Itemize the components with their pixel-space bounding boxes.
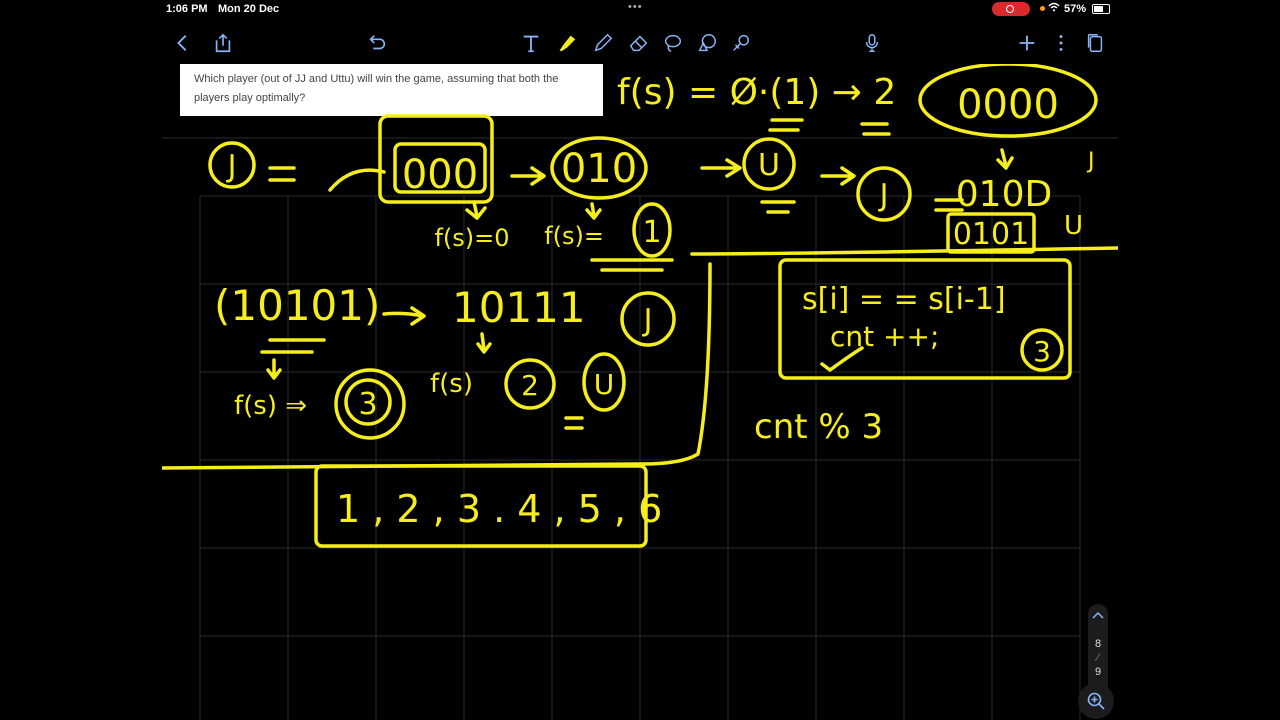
zoom-icon[interactable]	[1078, 683, 1114, 719]
one-text: 1	[642, 215, 661, 250]
laser-icon[interactable]	[728, 30, 754, 56]
multitasking-dots-icon[interactable]: •••	[628, 1, 643, 13]
toolbar	[162, 20, 1118, 64]
eraser-icon[interactable]	[626, 30, 652, 56]
two-text: 2	[521, 369, 539, 402]
wifi-icon	[1048, 2, 1060, 15]
seq-left: (10101)	[214, 281, 380, 330]
seq-right: 10111	[452, 283, 586, 332]
j-letter-3: J	[642, 303, 653, 338]
page-separator: ⁄	[1097, 652, 1099, 664]
battery-percent: 57%	[1064, 3, 1087, 15]
screen-recording-icon[interactable]	[992, 2, 1030, 16]
highlighter-icon[interactable]	[554, 30, 580, 56]
number-list: 1 , 2 , 3 . 4 , 5 , 6	[336, 487, 662, 531]
ipad-screen: 1:06 PM Mon 20 Dec ••• 57% Which player …	[162, 0, 1118, 720]
box-010-text: 010	[561, 146, 637, 192]
note-canvas[interactable]: Which player (out of JJ and Uttu) will w…	[162, 64, 1118, 720]
back-icon[interactable]	[170, 30, 196, 56]
divider-top	[690, 246, 1118, 256]
j-letter: J	[226, 149, 237, 184]
u-letter-2: U	[594, 368, 615, 401]
lasso-icon[interactable]	[660, 30, 686, 56]
binary-b: 0101	[953, 217, 1029, 252]
box-000-text: 000	[402, 152, 478, 198]
text-tool-icon[interactable]	[518, 30, 544, 56]
undo-icon[interactable]	[364, 30, 390, 56]
top-formula: f(s) = Ø·(1) → 2	[617, 72, 896, 113]
code-line-2: cnt ++;	[830, 320, 939, 353]
three-text: 3	[358, 387, 377, 422]
arrow-1	[510, 166, 546, 186]
share-icon[interactable]	[210, 30, 236, 56]
status-date: Mon 20 Dec	[218, 3, 280, 15]
handwriting-layer: J 000 f(s)=0 010 f(s)= 1 U J f(s) = Ø·(1…	[162, 64, 1118, 548]
page-up-icon[interactable]	[1088, 608, 1108, 622]
arrow-2	[700, 158, 742, 178]
page-current: 8	[1094, 638, 1102, 650]
arrow-4	[382, 306, 426, 326]
j-small: J	[1086, 149, 1095, 174]
pages-icon[interactable]	[1082, 30, 1108, 56]
stacked-text: 0000	[957, 82, 1059, 128]
equals-stroke	[268, 166, 296, 182]
f-eq-one: f(s)=	[544, 222, 604, 250]
f-two: f(s)	[430, 369, 473, 399]
u-small: U	[1064, 211, 1083, 241]
f-eq-zero: f(s)=0	[434, 224, 509, 252]
cnt-mod: cnt % 3	[754, 407, 883, 447]
battery-icon	[1092, 4, 1110, 14]
three-text-2: 3	[1033, 335, 1051, 368]
binary-a: 010D	[956, 174, 1052, 215]
tilde-stroke	[328, 168, 386, 192]
status-bar: 1:06 PM Mon 20 Dec ••• 57%	[162, 0, 1118, 20]
arrow-3	[820, 166, 856, 186]
shapes-icon[interactable]	[694, 30, 720, 56]
mic-indicator-icon	[1040, 6, 1045, 11]
u-letter: U	[758, 148, 780, 183]
add-icon[interactable]	[1014, 30, 1040, 56]
j-letter-2: J	[878, 178, 889, 213]
f-three: f(s) ⇒	[234, 391, 307, 421]
status-time: 1:06 PM	[166, 3, 208, 15]
pen-icon[interactable]	[590, 30, 616, 56]
microphone-icon[interactable]	[859, 30, 885, 56]
code-line-1: s[i] = = s[i-1]	[802, 282, 1006, 317]
more-icon[interactable]	[1048, 30, 1074, 56]
page-total: 9	[1094, 666, 1102, 678]
